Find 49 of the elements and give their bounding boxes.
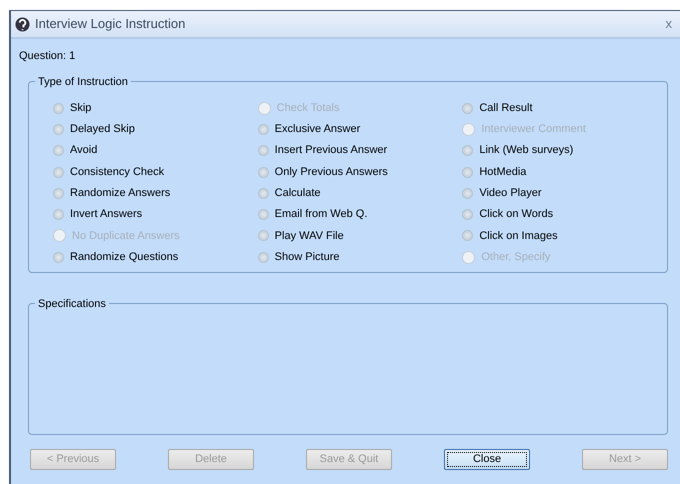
option-label: Consistency Check	[70, 164, 164, 180]
app-logo-icon	[15, 16, 30, 32]
option-label: Randomize Answers	[70, 186, 170, 202]
option-label: Check Totals	[276, 100, 340, 116]
option-label: Skip	[70, 100, 92, 116]
radio-button[interactable]	[53, 188, 64, 199]
radio-button[interactable]	[462, 230, 474, 242]
radio-button[interactable]	[53, 166, 64, 178]
option-label: Calculate	[274, 186, 321, 202]
option-label: HotMedia	[479, 164, 526, 180]
option-label: Interviewer Comment	[481, 122, 586, 138]
option-label: Link (Web surveys)	[479, 143, 574, 158]
radio-button[interactable]	[258, 188, 269, 199]
option-label: Play WAV File	[274, 228, 344, 244]
option-label: Call Result	[479, 100, 533, 116]
radio-button[interactable]	[258, 209, 269, 220]
option-label: Avoid	[70, 143, 98, 158]
option-label: Delayed Skip	[70, 122, 135, 138]
radio-button[interactable]	[258, 166, 269, 178]
option-label: Other, Specify	[481, 250, 550, 265]
option-label: Randomize Questions	[70, 250, 178, 265]
question-label: Question: 1	[19, 49, 76, 64]
window-title: Interview Logic Instruction	[35, 15, 186, 34]
radio-button[interactable]	[53, 145, 64, 156]
option-label: Video Player	[479, 186, 542, 202]
radio-button[interactable]	[462, 102, 474, 114]
radio-button[interactable]	[53, 252, 64, 263]
radio-button[interactable]	[53, 209, 64, 220]
option-label: Click on Words	[479, 207, 554, 222]
radio-button[interactable]	[258, 124, 269, 135]
radio-button[interactable]	[258, 145, 269, 156]
radio-button[interactable]	[462, 166, 474, 178]
radio-button[interactable]	[462, 188, 474, 199]
option-label: Invert Answers	[70, 207, 142, 222]
option-label: Show Picture	[274, 250, 340, 265]
radio-button[interactable]	[258, 230, 269, 242]
option-label: No Duplicate Answers	[72, 228, 180, 244]
radio-button[interactable]	[258, 252, 269, 263]
option-label: Click on Images	[479, 228, 558, 244]
option-label: Email from Web Q.	[274, 207, 368, 222]
option-label: Insert Previous Answer	[274, 143, 388, 158]
dialog-button[interactable]: Close	[444, 448, 530, 470]
option-label: Only Previous Answers	[274, 164, 388, 180]
radio-button[interactable]	[53, 124, 64, 135]
radio-button[interactable]	[53, 102, 64, 114]
radio-button[interactable]	[462, 209, 474, 220]
window-close-button[interactable]: x	[664, 14, 674, 34]
option-label: Exclusive Answer	[274, 122, 360, 138]
radio-button[interactable]	[462, 145, 474, 156]
